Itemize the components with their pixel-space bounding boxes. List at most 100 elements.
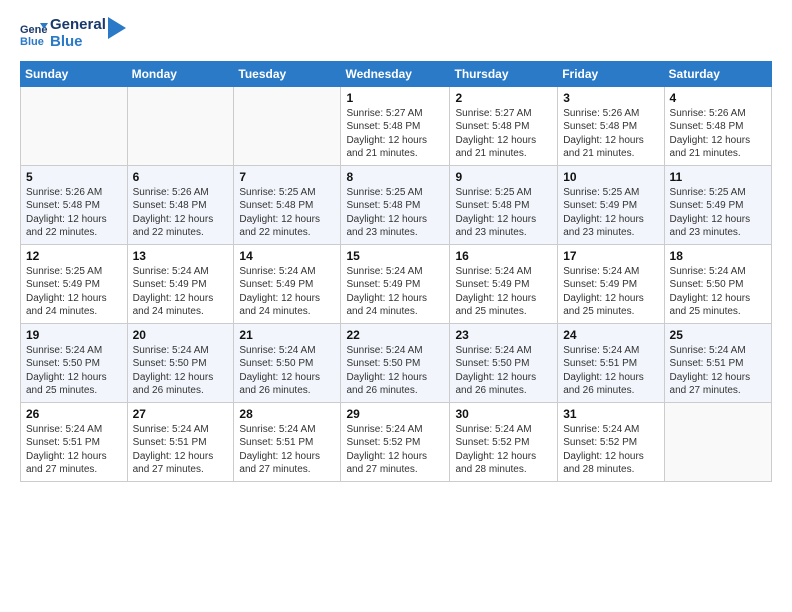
day-number: 30 [455,407,552,421]
day-info: Sunrise: 5:25 AMSunset: 5:48 PMDaylight:… [455,186,552,240]
day-header-monday: Monday [127,61,234,86]
calendar-cell: 31Sunrise: 5:24 AMSunset: 5:52 PMDayligh… [558,402,664,481]
calendar-cell: 25 Sunrise: 5:24 AMSunset: 5:51 PMDayligh… [664,323,771,402]
day-number: 15 [346,249,444,263]
day-info: Sunrise: 5:24 AMSunset: 5:49 PMDaylight:… [563,265,658,319]
day-info: Sunrise: 5:24 AMSunset: 5:51 PMDaylight:… [26,423,122,477]
calendar-cell: 9 Sunrise: 5:25 AMSunset: 5:48 PMDaylight… [450,165,558,244]
header: General Blue General Blue [20,16,772,51]
day-number: 18 [670,249,766,263]
day-number: 10 [563,170,658,184]
logo: General Blue General Blue [20,16,126,51]
day-info: Sunrise: 5:24 AMSunset: 5:49 PMDaylight:… [346,265,444,319]
day-info: Sunrise: 5:24 AMSunset: 5:52 PMDaylight:… [346,423,444,477]
calendar-week-row: 26 Sunrise: 5:24 AMSunset: 5:51 PMDayligh… [21,402,772,481]
day-number: 29 [346,407,444,421]
day-number: 16 [455,249,552,263]
day-info: Sunrise: 5:24 AMSunset: 5:51 PMDaylight:… [133,423,229,477]
day-info: Sunrise: 5:26 AMSunset: 5:48 PMDaylight:… [133,186,229,240]
day-number: 28 [239,407,335,421]
logo-blue: Blue [50,33,106,50]
calendar-cell: 24Sunrise: 5:24 AMSunset: 5:51 PMDayligh… [558,323,664,402]
calendar-cell: 15 Sunrise: 5:24 AMSunset: 5:49 PMDayligh… [341,244,450,323]
calendar-week-row: 1 Sunrise: 5:27 AMSunset: 5:48 PMDaylight… [21,86,772,165]
calendar-cell: 7Sunrise: 5:25 AMSunset: 5:48 PMDaylight… [234,165,341,244]
day-info: Sunrise: 5:24 AMSunset: 5:50 PMDaylight:… [133,344,229,398]
day-number: 11 [670,170,766,184]
day-number: 17 [563,249,658,263]
day-number: 8 [346,170,444,184]
day-info: Sunrise: 5:25 AMSunset: 5:48 PMDaylight:… [346,186,444,240]
calendar-cell: 4 Sunrise: 5:26 AMSunset: 5:48 PMDaylight… [664,86,771,165]
calendar-cell: 23 Sunrise: 5:24 AMSunset: 5:50 PMDayligh… [450,323,558,402]
page: General Blue General Blue SundayMondayTu… [0,0,792,498]
day-info: Sunrise: 5:24 AMSunset: 5:49 PMDaylight:… [133,265,229,319]
calendar-cell: 26 Sunrise: 5:24 AMSunset: 5:51 PMDayligh… [21,402,128,481]
day-number: 5 [26,170,122,184]
calendar-cell: 22 Sunrise: 5:24 AMSunset: 5:50 PMDayligh… [341,323,450,402]
day-info: Sunrise: 5:24 AMSunset: 5:49 PMDaylight:… [455,265,552,319]
day-info: Sunrise: 5:24 AMSunset: 5:51 PMDaylight:… [239,423,335,477]
calendar-cell: 5 Sunrise: 5:26 AMSunset: 5:48 PMDaylight… [21,165,128,244]
calendar-cell: 28 Sunrise: 5:24 AMSunset: 5:51 PMDayligh… [234,402,341,481]
calendar-cell: 27 Sunrise: 5:24 AMSunset: 5:51 PMDayligh… [127,402,234,481]
logo-icon: General Blue [20,19,48,47]
calendar-cell: 17 Sunrise: 5:24 AMSunset: 5:49 PMDayligh… [558,244,664,323]
day-number: 31 [563,407,658,421]
svg-text:Blue: Blue [20,36,44,47]
day-number: 6 [133,170,229,184]
day-header-thursday: Thursday [450,61,558,86]
calendar-cell [664,402,771,481]
calendar-header-row: SundayMondayTuesdayWednesdayThursdayFrid… [21,61,772,86]
calendar-week-row: 12 Sunrise: 5:25 AMSunset: 5:49 PMDayligh… [21,244,772,323]
calendar-cell [21,86,128,165]
day-info: Sunrise: 5:24 AMSunset: 5:50 PMDaylight:… [26,344,122,398]
day-number: 2 [455,91,552,105]
day-info: Sunrise: 5:27 AMSunset: 5:48 PMDaylight:… [346,107,444,161]
day-info: Sunrise: 5:24 AMSunset: 5:49 PMDaylight:… [239,265,335,319]
day-number: 1 [346,91,444,105]
calendar-cell: 8 Sunrise: 5:25 AMSunset: 5:48 PMDaylight… [341,165,450,244]
day-info: Sunrise: 5:25 AMSunset: 5:49 PMDaylight:… [563,186,658,240]
calendar-cell: 1 Sunrise: 5:27 AMSunset: 5:48 PMDaylight… [341,86,450,165]
day-number: 22 [346,328,444,342]
day-number: 12 [26,249,122,263]
calendar-cell: 16 Sunrise: 5:24 AMSunset: 5:49 PMDayligh… [450,244,558,323]
day-info: Sunrise: 5:26 AMSunset: 5:48 PMDaylight:… [26,186,122,240]
calendar-cell: 2 Sunrise: 5:27 AMSunset: 5:48 PMDaylight… [450,86,558,165]
day-info: Sunrise: 5:25 AMSunset: 5:48 PMDaylight:… [239,186,335,240]
day-header-sunday: Sunday [21,61,128,86]
day-number: 25 [670,328,766,342]
calendar-cell: 3 Sunrise: 5:26 AMSunset: 5:48 PMDaylight… [558,86,664,165]
day-info: Sunrise: 5:24 AMSunset: 5:52 PMDaylight:… [455,423,552,477]
day-header-saturday: Saturday [664,61,771,86]
day-header-friday: Friday [558,61,664,86]
day-info: Sunrise: 5:26 AMSunset: 5:48 PMDaylight:… [670,107,766,161]
calendar-cell: 14Sunrise: 5:24 AMSunset: 5:49 PMDayligh… [234,244,341,323]
day-number: 3 [563,91,658,105]
day-number: 9 [455,170,552,184]
calendar-cell: 12 Sunrise: 5:25 AMSunset: 5:49 PMDayligh… [21,244,128,323]
day-info: Sunrise: 5:24 AMSunset: 5:51 PMDaylight:… [563,344,658,398]
calendar-week-row: 5 Sunrise: 5:26 AMSunset: 5:48 PMDaylight… [21,165,772,244]
logo-arrow-icon [108,17,126,39]
day-info: Sunrise: 5:27 AMSunset: 5:48 PMDaylight:… [455,107,552,161]
day-number: 21 [239,328,335,342]
day-info: Sunrise: 5:25 AMSunset: 5:49 PMDaylight:… [670,186,766,240]
day-info: Sunrise: 5:24 AMSunset: 5:50 PMDaylight:… [239,344,335,398]
day-info: Sunrise: 5:26 AMSunset: 5:48 PMDaylight:… [563,107,658,161]
day-number: 13 [133,249,229,263]
day-number: 27 [133,407,229,421]
day-info: Sunrise: 5:24 AMSunset: 5:50 PMDaylight:… [455,344,552,398]
day-info: Sunrise: 5:24 AMSunset: 5:50 PMDaylight:… [346,344,444,398]
day-info: Sunrise: 5:24 AMSunset: 5:51 PMDaylight:… [670,344,766,398]
day-number: 4 [670,91,766,105]
calendar-cell: 29 Sunrise: 5:24 AMSunset: 5:52 PMDayligh… [341,402,450,481]
calendar-cell: 21 Sunrise: 5:24 AMSunset: 5:50 PMDayligh… [234,323,341,402]
logo-general: General [50,16,106,33]
day-number: 26 [26,407,122,421]
day-info: Sunrise: 5:25 AMSunset: 5:49 PMDaylight:… [26,265,122,319]
day-info: Sunrise: 5:24 AMSunset: 5:50 PMDaylight:… [670,265,766,319]
calendar-cell: 13 Sunrise: 5:24 AMSunset: 5:49 PMDayligh… [127,244,234,323]
day-number: 23 [455,328,552,342]
